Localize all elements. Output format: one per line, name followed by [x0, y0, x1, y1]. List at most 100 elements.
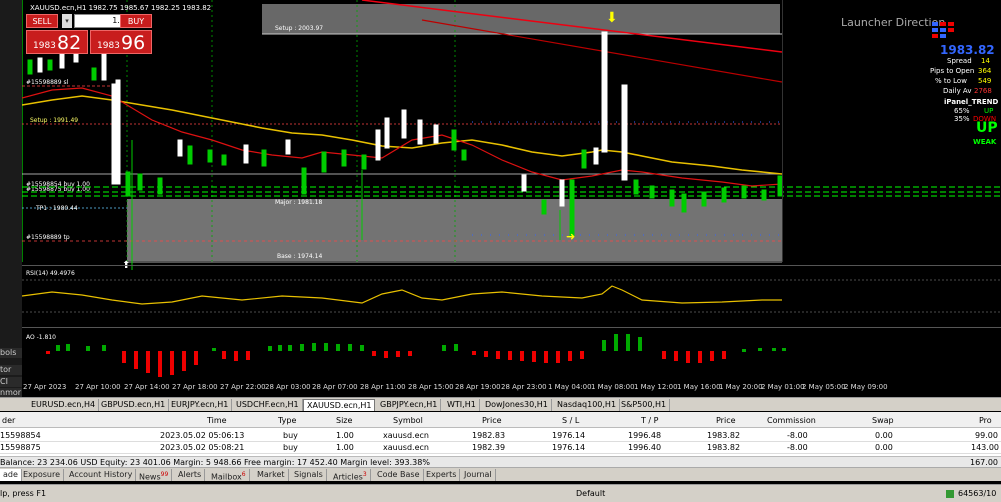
cell-price: 1982.83: [472, 431, 506, 440]
tab-signals[interactable]: Signals: [291, 469, 327, 481]
cell-tp: 1996.48: [628, 431, 662, 440]
tab-usdchf[interactable]: USDCHF.ecn,H1: [233, 399, 303, 411]
col-swap[interactable]: Swap: [872, 415, 894, 427]
cell-time: 2023.05.02 05:08:21: [160, 443, 245, 452]
tab-news[interactable]: News99: [136, 469, 173, 482]
xaxis-tick: 2 May 05:00: [802, 383, 846, 391]
tab-code-base[interactable]: Code Base: [374, 469, 424, 481]
col-type[interactable]: Type: [278, 415, 296, 427]
table-row[interactable]: 15598854 2023.05.02 05:06:13 buy 1.00 xa…: [0, 430, 1001, 442]
lot-stepper-icon[interactable]: ▾: [62, 14, 72, 28]
navigator-tor-label[interactable]: tor: [0, 365, 22, 375]
cell-symbol: xauusd.ecn: [383, 443, 429, 452]
buy-button[interactable]: BUY: [120, 14, 152, 28]
tab-gbpjpy[interactable]: GBPJPY.ecn,H1: [377, 399, 442, 411]
col-tp[interactable]: T / P: [641, 415, 659, 427]
status-bar: lp, press F1 Default 64563/10: [0, 484, 1001, 502]
navigator-ci-label[interactable]: CI: [0, 377, 22, 387]
col-order[interactable]: der: [2, 415, 15, 427]
status-help-text: lp, press F1: [0, 489, 47, 498]
tab-dowjones30[interactable]: DowJones30,H1: [482, 399, 552, 411]
tp1-label: TP1 : 1980.44: [35, 205, 78, 212]
tab-sp500[interactable]: S&P500,H1: [618, 399, 671, 411]
mailbox-badge: 6: [241, 471, 246, 478]
mt4-terminal-window: bols CI tor nmor Setup : 2003.97 Setup :…: [0, 0, 1001, 502]
one-click-trade-panel: SELL ▾ 1.00 BUY 1983 82 1983 96: [26, 13, 152, 54]
buy-price-button[interactable]: 1983 96: [90, 30, 152, 54]
cell-type: buy: [283, 443, 298, 452]
time-axis: 27 Apr 2023 27 Apr 10:00 27 Apr 14:00 27…: [22, 381, 1001, 395]
table-header: der Time Type Size Symbol Price S / L T …: [0, 412, 1001, 428]
xaxis-tick: 28 Apr 15:00: [408, 383, 454, 391]
col-size[interactable]: Size: [336, 415, 352, 427]
xaxis-tick: 28 Apr 03:00: [265, 383, 311, 391]
chart-symbol-tabs: EURUSD.ecn,H4 GBPUSD.ecn,H1 EURJPY.ecn,H…: [0, 397, 1001, 411]
tab-wti[interactable]: WTI,H1: [444, 399, 480, 411]
navigator-common-label[interactable]: nmor: [0, 388, 22, 397]
col-commission[interactable]: Commission: [767, 415, 816, 427]
tab-trade[interactable]: ade: [0, 469, 22, 481]
tab-journal[interactable]: Journal: [461, 469, 496, 481]
xaxis-tick: 28 Apr 11:00: [360, 383, 406, 391]
sell-button[interactable]: SELL: [26, 14, 58, 28]
col-symbol[interactable]: Symbol: [393, 415, 423, 427]
xaxis-tick: 28 Apr 07:00: [312, 383, 358, 391]
cell-order: 15598875: [0, 443, 41, 452]
order-tp-label: #15598889 tp: [26, 234, 70, 241]
trend-strength: WEAK: [973, 138, 997, 146]
tab-nasdaq100[interactable]: Nasdaq100,H1: [554, 399, 621, 411]
tab-gbpusd[interactable]: GBPUSD.ecn,H1: [98, 399, 170, 411]
sell-arrow-icon: ⬇: [606, 10, 618, 26]
tab-experts[interactable]: Experts: [423, 469, 461, 481]
major-label: Major : 1981.18: [275, 199, 322, 206]
xaxis-tick: 27 Apr 14:00: [124, 383, 170, 391]
sell-price-button[interactable]: 1983 82: [26, 30, 88, 54]
cell-price: 1982.39: [472, 443, 506, 452]
tab-eurusd[interactable]: EURUSD.ecn,H4: [28, 399, 100, 411]
status-profile[interactable]: Default: [576, 488, 605, 500]
cell-commission: -8.00: [787, 431, 808, 440]
cell-profit: 143.00: [971, 443, 999, 452]
daily-av-value: 2768: [974, 87, 992, 95]
col-sl[interactable]: S / L: [562, 415, 579, 427]
price-chart[interactable]: Setup : 2003.97 Setup : 1991.49 #1559888…: [22, 0, 1001, 381]
connection-icon: [946, 490, 954, 498]
navigator-symbols-label[interactable]: bols: [0, 348, 22, 358]
cell-swap: 0.00: [875, 443, 893, 452]
articles-badge: 3: [362, 471, 367, 478]
buy-arrow-icon: ➜: [566, 230, 575, 243]
order-sl-label: #15598889 sl: [26, 79, 69, 86]
col-profit[interactable]: Pro: [979, 415, 992, 427]
tab-account-history[interactable]: Account History: [66, 469, 137, 481]
col-price[interactable]: Price: [482, 415, 502, 427]
tab-xauusd[interactable]: XAUUSD.ecn,H1: [303, 399, 376, 411]
tab-market[interactable]: Market: [254, 469, 289, 481]
balance-summary-row[interactable]: Balance: 23 234.06 USD Equity: 23 401.06…: [0, 456, 1001, 467]
chart-title: XAUUSD.ecn,H1 1982.75 1985.67 1982.25 19…: [30, 4, 212, 12]
xaxis-tick: 1 May 20:00: [719, 383, 763, 391]
cell-type: buy: [283, 431, 298, 440]
mini-indicator-grid: [932, 22, 962, 44]
trend-direction-big: UP: [976, 120, 998, 136]
cell-size: 1.00: [336, 431, 354, 440]
col-time[interactable]: Time: [207, 415, 227, 427]
tab-articles[interactable]: Articles3: [330, 469, 371, 482]
buy-price-pips: 96: [121, 32, 146, 54]
col-current-price[interactable]: Price: [716, 415, 736, 427]
cell-tp: 1996.40: [628, 443, 662, 452]
cell-symbol: xauusd.ecn: [383, 431, 429, 440]
cell-swap: 0.00: [875, 431, 893, 440]
xaxis-tick: 28 Apr 23:00: [501, 383, 547, 391]
cell-time: 2023.05.02 05:06:13: [160, 431, 245, 440]
tab-eurjpy[interactable]: EURJPY.ecn,H1: [168, 399, 233, 411]
news-badge: 99: [160, 471, 169, 478]
xaxis-tick: 1 May 04:00: [548, 383, 592, 391]
xaxis-tick: 2 May 01:00: [761, 383, 805, 391]
down-pct: 35%: [954, 115, 970, 123]
tab-mailbox[interactable]: Mailbox6: [208, 469, 250, 482]
buy-price-prefix: 1983: [97, 41, 120, 51]
table-row[interactable]: 15598875 2023.05.02 05:08:21 buy 1.00 xa…: [0, 442, 1001, 454]
left-navigator-strip: bols CI tor nmor: [0, 0, 22, 397]
tab-alerts[interactable]: Alerts: [175, 469, 206, 481]
tab-exposure[interactable]: Exposure: [20, 469, 65, 481]
